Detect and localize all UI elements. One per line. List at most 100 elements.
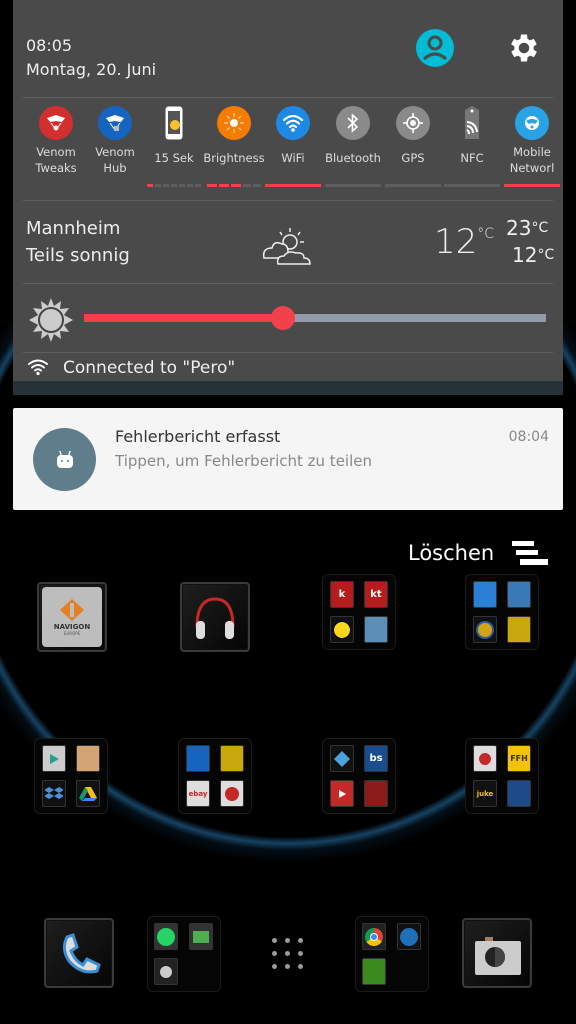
app-chrome (362, 923, 386, 950)
app-play-store (42, 745, 66, 772)
android-bug-icon (33, 428, 96, 491)
screen-timeout-icon (157, 106, 191, 140)
tile-label: 15 Sek (154, 151, 194, 165)
wifi-icon (276, 106, 310, 140)
app-navigon[interactable]: NAVIGON EUROPE (37, 582, 107, 652)
app-ebay: ebay (186, 780, 210, 807)
gear-icon[interactable] (506, 30, 542, 66)
weather-city: Mannheim (26, 218, 121, 239)
clear-all-button[interactable]: Löschen (408, 541, 494, 565)
partly-cloudy-icon (262, 228, 311, 265)
tile-label: Brightness (203, 151, 265, 165)
app-drawer-button[interactable] (272, 938, 304, 970)
folder-radio[interactable]: FFH juke (465, 738, 539, 814)
app-phone[interactable] (44, 918, 114, 988)
app-sport (364, 616, 388, 643)
wifi-active-bar (265, 184, 321, 187)
app-blog (507, 581, 531, 608)
divider (23, 283, 553, 284)
divider (23, 200, 553, 201)
app-radio (473, 745, 497, 772)
clear-all-icon[interactable] (510, 541, 550, 569)
folder-messaging[interactable] (147, 916, 221, 992)
app-smsf (220, 780, 244, 807)
tile-gps[interactable]: GPS (382, 106, 444, 187)
venom-hub-icon (98, 106, 132, 140)
divider (23, 97, 553, 98)
brightness-icon (217, 106, 251, 140)
tile-label: WiFi (281, 151, 305, 165)
camera-icon (475, 937, 521, 975)
tile-brightness[interactable]: Brightness (203, 106, 265, 187)
nfc-bar (444, 184, 500, 187)
wifi-connection-status[interactable]: Connected to "Pero" (63, 358, 235, 378)
tile-label: NFC (460, 151, 484, 165)
headphones-icon (195, 597, 235, 639)
tile-mobile-network[interactable]: Mobile Networl (501, 106, 563, 187)
tile-label: GPS (401, 151, 425, 165)
app-bs: bs (364, 745, 388, 772)
wifi-icon (28, 359, 48, 376)
folder-google[interactable] (34, 738, 108, 814)
divider (23, 352, 553, 353)
app-camera[interactable] (462, 918, 532, 988)
brightness-slider-fill (84, 314, 283, 322)
app-kodi (330, 745, 354, 772)
date[interactable]: Montag, 20. Juni (26, 60, 156, 79)
brightness-slider[interactable] (84, 306, 546, 330)
app-music[interactable] (180, 582, 250, 652)
notification-card[interactable]: Fehlerbericht erfasst Tippen, um Fehlerb… (13, 408, 563, 510)
bluetooth-icon (336, 106, 370, 140)
folder-tools[interactable] (465, 574, 539, 650)
folder-browsers[interactable] (355, 916, 429, 992)
tile-label: Mobile (513, 145, 551, 159)
tile-bluetooth[interactable]: Bluetooth (322, 106, 384, 187)
bluetooth-bar (325, 184, 381, 187)
mobile-network-icon (515, 106, 549, 140)
notification-text: Tippen, um Fehlerbericht zu teilen (115, 452, 372, 470)
weather-condition: Teils sonnig (26, 245, 130, 266)
tile-nfc[interactable]: NFC (441, 106, 503, 187)
tile-venom-hub[interactable]: Venom Hub (84, 106, 146, 176)
app-yellow (220, 745, 244, 772)
app-drive (76, 780, 100, 807)
app-dropbox (42, 780, 66, 807)
app-notes (507, 616, 531, 643)
navigon-icon: NAVIGON EUROPE (42, 587, 102, 647)
tile-screen-timeout[interactable]: 15 Sek (143, 106, 205, 187)
app-youtube (330, 780, 354, 807)
tile-label: Hub (103, 161, 127, 175)
brightness-slider-thumb[interactable] (270, 306, 295, 330)
notification-title: Fehlerbericht erfasst (115, 427, 281, 446)
tile-label: Venom (36, 145, 76, 159)
app-ffh: FFH (507, 745, 531, 772)
clock[interactable]: 08:05 (26, 36, 72, 55)
app-titanium-backup (473, 616, 497, 643)
low-temperature: 12°C (512, 243, 555, 267)
app-k: k (330, 581, 354, 608)
notification-time: 08:04 (508, 429, 549, 445)
app-blue (507, 780, 531, 807)
app-kt: kt (364, 581, 388, 608)
app-red (364, 780, 388, 807)
venom-tweaks-icon (39, 106, 73, 140)
tile-wifi[interactable]: WiFi (262, 106, 324, 187)
sun-icon (29, 298, 73, 342)
app-browser (397, 923, 421, 950)
account-circle-icon[interactable] (416, 29, 454, 67)
app-files (76, 745, 100, 772)
folder-shopping[interactable]: ebay (178, 738, 252, 814)
app-secure-messenger (154, 958, 178, 985)
gps-icon (396, 106, 430, 140)
current-temperature: 12°C (434, 222, 495, 262)
app-messages (189, 923, 213, 950)
panel-drag-handle[interactable] (13, 381, 563, 395)
gps-bar (385, 184, 441, 187)
folder-sports[interactable]: k kt (322, 574, 396, 650)
folder-media[interactable]: bs (322, 738, 396, 814)
app-dolphin (362, 958, 386, 985)
tile-venom-tweaks[interactable]: Venom Tweaks (25, 106, 87, 176)
app-fitness (186, 745, 210, 772)
tile-label: Bluetooth (325, 151, 381, 165)
tile-label: Tweaks (35, 161, 77, 175)
